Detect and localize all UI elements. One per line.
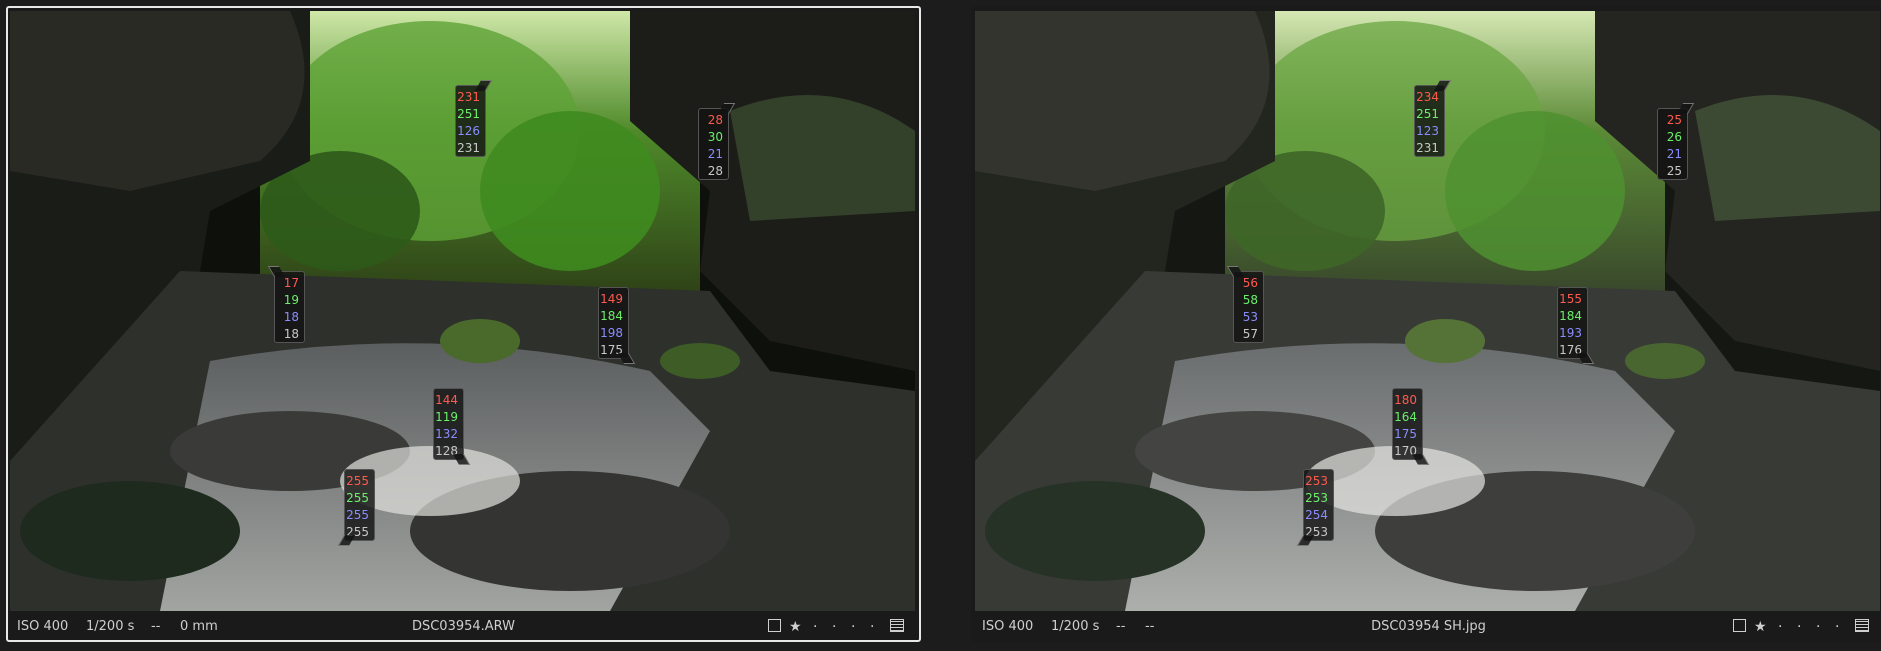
probe-blue-value: 175 [1394,427,1417,441]
probe-luma-value: 25 [1666,164,1682,178]
probe-green-value: 30 [707,130,723,144]
color-probe-1[interactable]: 234 251 123 231 [1414,80,1452,157]
probe-red-value: 155 [1559,292,1582,306]
probe-luma-value: 57 [1242,327,1258,341]
probe-red-value: 144 [435,393,458,407]
right-image-viewer[interactable]: 234 251 123 231 25 26 21 25 56 58 53 57 … [971,6,1881,642]
rating-dot-icon[interactable]: · [1816,619,1820,635]
color-probe-6[interactable]: 255 255 255 255 [337,469,375,546]
left-image-viewer[interactable]: 231 251 126 231 28 30 21 28 17 19 18 18 … [6,6,921,642]
probe-green-value: 26 [1666,130,1682,144]
rating-dot-icon[interactable]: · [1835,619,1839,635]
star-icon[interactable]: ★ [1754,619,1767,635]
color-probe-5[interactable]: 180 164 175 170 [1392,388,1430,465]
probe-luma-value: 18 [283,327,299,341]
color-probe-3[interactable]: 56 58 53 57 [1226,266,1264,343]
probe-green-value: 58 [1242,293,1258,307]
probe-blue-value: 254 [1305,508,1328,522]
probe-green-value: 253 [1305,491,1328,505]
rating-dot-icon[interactable]: · [832,619,836,635]
probe-green-value: 164 [1394,410,1417,424]
star-icon[interactable]: ★ [789,619,802,635]
probe-blue-value: 21 [1666,147,1682,161]
probe-red-value: 234 [1416,90,1439,104]
probe-blue-value: 132 [435,427,458,441]
probe-blue-value: 21 [707,147,723,161]
color-probe-5[interactable]: 144 119 132 128 [433,388,471,465]
probe-luma-value: 231 [1416,141,1439,155]
probe-blue-value: 53 [1242,310,1258,324]
probe-green-value: 251 [1416,107,1439,121]
probe-blue-value: 123 [1416,124,1439,138]
probe-green-value: 19 [283,293,299,307]
probe-blue-value: 255 [346,508,369,522]
color-probe-4[interactable]: 155 184 193 176 [1557,287,1595,364]
color-probe-4[interactable]: 149 184 198 175 [598,287,636,364]
probe-red-value: 149 [600,292,623,306]
rating-dot-icon[interactable]: · [851,619,855,635]
probe-red-value: 56 [1242,276,1258,290]
file-name: DSC03954.ARW [411,619,516,634]
rating-dot-icon[interactable]: · [1778,619,1782,635]
probe-red-value: 255 [346,474,369,488]
color-probe-2[interactable]: 28 30 21 28 [698,103,736,180]
probe-luma-value: 231 [457,141,480,155]
probe-blue-value: 198 [600,326,623,340]
probe-luma-value: 28 [707,164,723,178]
left-info-bar: ISO 400 1/200 s -- 0 mm DSC03954.ARW ★ ·… [8,614,919,640]
probe-red-value: 180 [1394,393,1417,407]
rating-dot-icon[interactable]: · [1797,619,1801,635]
probe-green-value: 119 [435,410,458,424]
probe-red-value: 253 [1305,474,1328,488]
color-probe-3[interactable]: 17 19 18 18 [267,266,305,343]
probe-blue-value: 126 [457,124,480,138]
probe-red-value: 25 [1666,113,1682,127]
color-probe-2[interactable]: 25 26 21 25 [1657,103,1695,180]
probe-green-value: 255 [346,491,369,505]
right-info-bar: ISO 400 1/200 s -- -- DSC03954 SH.jpg ★ … [973,614,1881,640]
color-probe-6[interactable]: 253 253 254 253 [1296,469,1334,546]
probe-red-value: 17 [283,276,299,290]
probe-blue-value: 193 [1559,326,1582,340]
rating-dot-icon[interactable]: · [870,619,874,635]
probe-green-value: 251 [457,107,480,121]
rating-dot-icon[interactable]: · [813,619,817,635]
flag-checkbox-icon[interactable] [1733,619,1746,632]
probe-red-value: 231 [457,90,480,104]
probe-red-value: 28 [707,113,723,127]
probe-green-value: 184 [1559,309,1582,323]
grid-icon[interactable] [890,619,904,632]
grid-icon[interactable] [1855,619,1869,632]
probe-green-value: 184 [600,309,623,323]
flag-checkbox-icon[interactable] [768,619,781,632]
probe-blue-value: 18 [283,310,299,324]
color-probe-1[interactable]: 231 251 126 231 [455,80,493,157]
